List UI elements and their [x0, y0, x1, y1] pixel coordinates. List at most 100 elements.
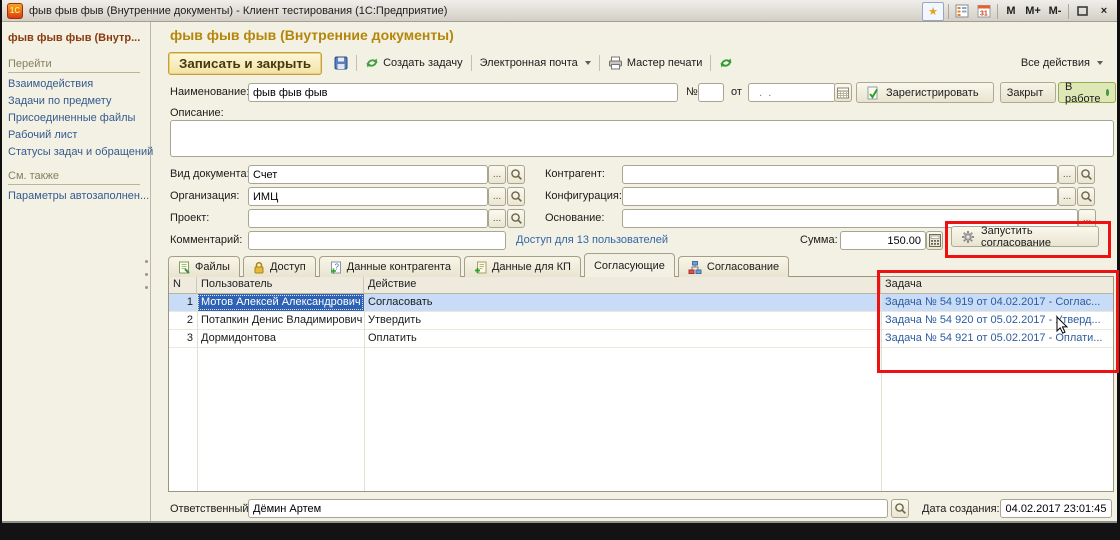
maximize-icon: [1076, 6, 1088, 16]
start-approval-button[interactable]: Запустить согласование: [951, 224, 1099, 249]
project-input[interactable]: [248, 209, 488, 228]
scale-m-minus-button[interactable]: M-: [1046, 2, 1064, 20]
column-header-n[interactable]: N: [169, 277, 197, 293]
org-chart-icon: [688, 260, 702, 274]
user-cell[interactable]: Потапкин Денис Владимирович: [197, 312, 364, 329]
task-link[interactable]: Задача № 54 920 от 05.02.2017 - Утверд..…: [881, 312, 1113, 329]
tab-counterparty-data[interactable]: ? Данные контрагента: [318, 256, 461, 277]
status-closed-button[interactable]: Закрыт: [1000, 82, 1056, 103]
svg-text:?: ?: [334, 262, 339, 271]
task-link[interactable]: Задача № 54 921 от 05.02.2017 - Оплати..…: [881, 330, 1113, 347]
action-cell[interactable]: Утвердить: [364, 312, 881, 329]
sidebar-item-attached-files[interactable]: Присоединенные файлы: [8, 112, 135, 124]
sum-label: Сумма:: [800, 234, 838, 246]
email-label: Электронная почта: [479, 57, 578, 69]
table-row[interactable]: 3 Дормидонтова Оплатить Задача № 54 921 …: [169, 330, 1113, 348]
magnifier-icon: [510, 168, 523, 181]
window-titlebar: 1С фыв фыв фыв (Внутренние документы) - …: [2, 0, 1117, 22]
user-cell[interactable]: Мотов Алексей Александрович: [197, 294, 364, 311]
magnifier-icon: [1080, 190, 1093, 203]
sidebar-item-task-statuses[interactable]: Статусы задач и обращений: [8, 146, 153, 158]
doc-kind-search-button[interactable]: [507, 165, 525, 184]
configuration-ellipsis-button[interactable]: ...: [1058, 187, 1076, 206]
sum-input[interactable]: [840, 231, 926, 250]
responsible-search-button[interactable]: [891, 499, 909, 518]
table-row[interactable]: 1 Мотов Алексей Александрович Согласоват…: [169, 294, 1113, 312]
tab-approval[interactable]: Согласование: [677, 256, 790, 277]
magnifier-icon: [894, 502, 907, 515]
tab-approvers[interactable]: Согласующие: [583, 253, 675, 277]
start-approval-label: Запустить согласование: [981, 224, 1051, 249]
action-cell[interactable]: Согласовать: [364, 294, 881, 311]
project-search-button[interactable]: [507, 209, 525, 228]
sidebar-item-autofill-params[interactable]: Параметры автозаполнен...: [8, 190, 149, 202]
save-and-close-button[interactable]: Записать и закрыть: [168, 51, 323, 75]
email-button[interactable]: Электронная почта: [475, 55, 596, 71]
basis-label: Основание:: [545, 212, 605, 224]
splitter-grip[interactable]: [145, 260, 148, 289]
toolbar-divider: [356, 55, 358, 71]
tab-kp-data[interactable]: Данные для КП: [463, 256, 581, 277]
refresh-icon: [719, 56, 733, 70]
gear-icon: [961, 230, 975, 244]
responsible-input[interactable]: [248, 499, 888, 518]
organization-input[interactable]: [248, 187, 488, 206]
window-controls: ★ 31 M M+ M- ×: [922, 0, 1113, 22]
calendar-button[interactable]: 31: [975, 2, 993, 20]
history-list-icon[interactable]: [953, 2, 971, 20]
create-task-button[interactable]: Создать задачу: [360, 54, 468, 72]
sidebar-item-subject-tasks[interactable]: Задачи по предмету: [8, 95, 111, 107]
scale-m-button[interactable]: M: [1002, 2, 1020, 20]
column-grid-line: [197, 294, 198, 491]
sum-calculator-button[interactable]: [926, 231, 943, 250]
chevron-down-icon: [584, 61, 591, 65]
favorites-star-icon[interactable]: ★: [922, 1, 944, 21]
sidebar-item-worksheet[interactable]: Рабочий лист: [8, 129, 77, 141]
task-link[interactable]: Задача № 54 919 от 04.02.2017 - Соглас..…: [881, 294, 1113, 311]
print-master-button[interactable]: Мастер печати: [603, 54, 708, 72]
organization-ellipsis-button[interactable]: ...: [488, 187, 506, 206]
doc-kind-ellipsis-button[interactable]: ...: [488, 165, 506, 184]
organization-search-button[interactable]: [507, 187, 525, 206]
all-actions-button[interactable]: Все действия: [1016, 55, 1108, 71]
maximize-button[interactable]: [1073, 2, 1091, 20]
action-cell[interactable]: Оплатить: [364, 330, 881, 347]
date-input[interactable]: [748, 83, 836, 102]
access-users-link[interactable]: Доступ для 13 пользователей: [516, 234, 668, 246]
titlebar-divider: [1068, 3, 1069, 19]
tab-access[interactable]: Доступ: [242, 256, 316, 277]
doc-kind-input[interactable]: [248, 165, 488, 184]
sidebar-item-interactions[interactable]: Взаимодействия: [8, 78, 93, 90]
toolbar-divider: [710, 55, 712, 71]
configuration-input[interactable]: [622, 187, 1058, 206]
counterparty-input[interactable]: [622, 165, 1058, 184]
column-header-action[interactable]: Действие: [364, 277, 881, 293]
user-cell[interactable]: Дормидонтова: [197, 330, 364, 347]
tab-files-label: Файлы: [195, 261, 230, 273]
date-picker-button[interactable]: [834, 83, 852, 102]
status-in-work-button[interactable]: В работе: [1058, 81, 1116, 105]
comment-input[interactable]: [248, 231, 506, 250]
column-header-user[interactable]: Пользователь: [197, 277, 364, 293]
page-title: фыв фыв фыв (Внутренние документы): [170, 27, 454, 43]
name-input[interactable]: [248, 83, 678, 102]
refresh-button[interactable]: [714, 54, 738, 72]
project-ellipsis-button[interactable]: ...: [488, 209, 506, 228]
tab-files[interactable]: Файлы: [168, 256, 240, 277]
calendar-grid-icon: [837, 87, 849, 99]
add-page-icon: [474, 261, 487, 274]
save-button[interactable]: [329, 54, 353, 72]
configuration-search-button[interactable]: [1077, 187, 1095, 206]
sidebar-splitter[interactable]: [150, 22, 151, 521]
register-button[interactable]: Зарегистрировать: [856, 82, 994, 103]
column-header-task[interactable]: Задача: [881, 277, 1113, 293]
counterparty-ellipsis-button[interactable]: ...: [1058, 165, 1076, 184]
number-input[interactable]: [698, 83, 724, 102]
close-button[interactable]: ×: [1095, 2, 1113, 20]
sidebar-section-go: Перейти: [8, 58, 140, 73]
responsible-label: Ответственный:: [170, 503, 252, 515]
table-row[interactable]: 2 Потапкин Денис Владимирович Утвердить …: [169, 312, 1113, 330]
counterparty-search-button[interactable]: [1077, 165, 1095, 184]
scale-m-plus-button[interactable]: M+: [1024, 2, 1042, 20]
description-input[interactable]: [170, 120, 1114, 157]
